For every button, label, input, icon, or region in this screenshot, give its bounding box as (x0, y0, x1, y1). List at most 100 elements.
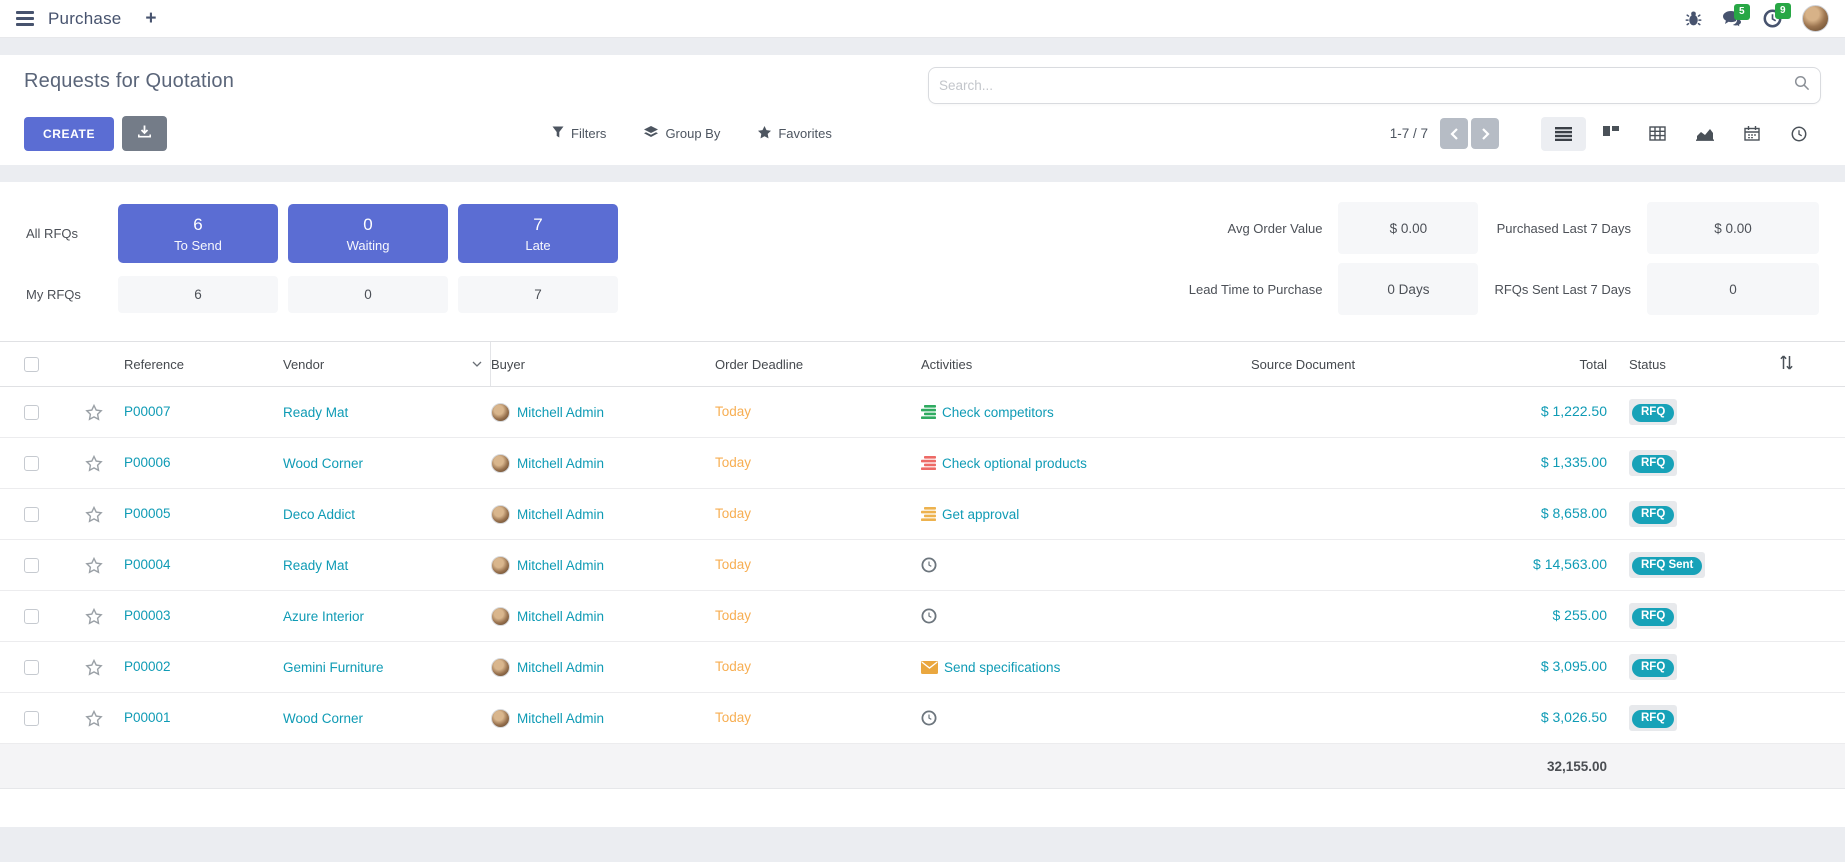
rfq-reference-link[interactable]: P00002 (124, 659, 171, 674)
table-row[interactable]: P00006 Wood Corner Mitchell Admin Today … (0, 438, 1845, 489)
rfq-reference-link[interactable]: P00001 (124, 710, 171, 725)
my-late-count[interactable]: 7 (458, 276, 618, 313)
app-title[interactable]: Purchase (48, 9, 121, 29)
header-activities[interactable]: Activities (921, 342, 1251, 386)
create-button[interactable]: CREATE (24, 117, 114, 151)
apps-menu-icon[interactable] (16, 11, 34, 26)
activity-list-yellow-icon[interactable] (921, 507, 936, 521)
group-by-button[interactable]: Group By (644, 126, 720, 142)
favorite-star-icon[interactable] (85, 710, 103, 727)
row-checkbox[interactable] (24, 507, 39, 522)
buyer-link[interactable]: Mitchell Admin (517, 711, 604, 726)
rfq-reference-link[interactable]: P00007 (124, 404, 171, 419)
view-kanban-button[interactable] (1588, 117, 1633, 151)
activities-clock-icon[interactable]: 9 (1763, 9, 1782, 28)
buyer-link[interactable]: Mitchell Admin (517, 558, 604, 573)
vendor-link[interactable]: Wood Corner (283, 711, 363, 726)
header-source-document[interactable]: Source Document (1251, 342, 1445, 386)
rfq-reference-link[interactable]: P00006 (124, 455, 171, 470)
kpi-waiting-button[interactable]: 0 Waiting (288, 204, 448, 263)
table-header-row: Reference Vendor Buyer Order Deadline Ac… (0, 341, 1845, 387)
messages-icon[interactable]: 5 (1722, 10, 1743, 28)
table-row[interactable]: P00005 Deco Addict Mitchell Admin Today … (0, 489, 1845, 540)
header-vendor[interactable]: Vendor (283, 342, 491, 386)
kpi-to-send-button[interactable]: 6 To Send (118, 204, 278, 263)
to-send-count: 6 (193, 215, 202, 235)
activity-envelope-icon[interactable] (921, 661, 938, 674)
select-all-checkbox[interactable] (24, 357, 39, 372)
activity-summary[interactable]: Get approval (942, 507, 1019, 522)
header-status[interactable]: Status (1629, 342, 1779, 386)
buyer-link[interactable]: Mitchell Admin (517, 456, 604, 471)
header-order-deadline[interactable]: Order Deadline (715, 342, 921, 386)
row-checkbox[interactable] (24, 711, 39, 726)
search-box[interactable] (928, 67, 1821, 104)
header-reference[interactable]: Reference (124, 342, 283, 386)
table-row[interactable]: P00002 Gemini Furniture Mitchell Admin T… (0, 642, 1845, 693)
activity-list-green-icon[interactable] (921, 405, 936, 419)
view-pivot-button[interactable] (1635, 117, 1680, 151)
order-deadline-value: Today (715, 659, 751, 674)
activity-summary[interactable]: Check optional products (942, 456, 1087, 471)
vendor-link[interactable]: Gemini Furniture (283, 660, 384, 675)
vendor-link[interactable]: Ready Mat (283, 558, 348, 573)
buyer-link[interactable]: Mitchell Admin (517, 405, 604, 420)
activity-summary[interactable]: Send specifications (944, 660, 1060, 675)
user-avatar[interactable] (1802, 5, 1829, 32)
buyer-link[interactable]: Mitchell Admin (517, 660, 604, 675)
view-graph-button[interactable] (1682, 117, 1727, 151)
table-row[interactable]: P00007 Ready Mat Mitchell Admin Today Ch… (0, 387, 1845, 438)
row-checkbox[interactable] (24, 660, 39, 675)
activity-list-red-icon[interactable] (921, 456, 936, 470)
search-icon[interactable] (1794, 75, 1810, 96)
header-buyer[interactable]: Buyer (491, 342, 715, 386)
rfq-reference-link[interactable]: P00005 (124, 506, 171, 521)
vendor-link[interactable]: Wood Corner (283, 456, 363, 471)
row-checkbox[interactable] (24, 609, 39, 624)
activity-clock-icon[interactable] (921, 608, 937, 624)
rfq-reference-link[interactable]: P00003 (124, 608, 171, 623)
all-rfqs-label: All RFQs (26, 226, 108, 241)
kpi-late-button[interactable]: 7 Late (458, 204, 618, 263)
status-badge: RFQ (1629, 450, 1677, 476)
export-button[interactable] (122, 116, 167, 151)
debug-bug-icon[interactable] (1685, 10, 1702, 27)
view-activity-button[interactable] (1776, 117, 1821, 151)
search-input[interactable] (939, 78, 1794, 93)
table-row[interactable]: P00004 Ready Mat Mitchell Admin Today $ … (0, 540, 1845, 591)
my-waiting-count[interactable]: 0 (288, 276, 448, 313)
pager-previous-button[interactable] (1440, 118, 1468, 149)
favorite-star-icon[interactable] (85, 608, 103, 625)
favorite-star-icon[interactable] (85, 404, 103, 421)
row-checkbox[interactable] (24, 405, 39, 420)
favorite-star-icon[interactable] (85, 557, 103, 574)
view-list-button[interactable] (1541, 117, 1586, 151)
row-checkbox[interactable] (24, 558, 39, 573)
my-to-send-count[interactable]: 6 (118, 276, 278, 313)
table-row[interactable]: P00001 Wood Corner Mitchell Admin Today … (0, 693, 1845, 744)
vendor-link[interactable]: Ready Mat (283, 405, 348, 420)
view-calendar-button[interactable] (1729, 117, 1774, 151)
optional-columns-icon[interactable] (1779, 355, 1794, 373)
favorite-star-icon[interactable] (85, 455, 103, 472)
favorite-star-icon[interactable] (85, 506, 103, 523)
favorites-button[interactable]: Favorites (758, 126, 831, 142)
activity-clock-icon[interactable] (921, 557, 937, 573)
activity-clock-icon[interactable] (921, 710, 937, 726)
favorite-star-icon[interactable] (85, 659, 103, 676)
waiting-count: 0 (363, 215, 372, 235)
header-total[interactable]: Total (1445, 342, 1607, 386)
activity-summary[interactable]: Check competitors (942, 405, 1054, 420)
pager-next-button[interactable] (1471, 118, 1499, 149)
filters-button[interactable]: Filters (552, 126, 606, 141)
new-tab-button[interactable]: + (145, 8, 156, 30)
buyer-link[interactable]: Mitchell Admin (517, 507, 604, 522)
avg-order-value-label: Avg Order Value (1189, 221, 1323, 236)
table-row[interactable]: P00003 Azure Interior Mitchell Admin Tod… (0, 591, 1845, 642)
row-checkbox[interactable] (24, 456, 39, 471)
buyer-link[interactable]: Mitchell Admin (517, 609, 604, 624)
vendor-link[interactable]: Azure Interior (283, 609, 364, 624)
rfq-reference-link[interactable]: P00004 (124, 557, 171, 572)
vendor-link[interactable]: Deco Addict (283, 507, 355, 522)
control-panel: Requests for Quotation CREATE Filters (0, 55, 1845, 165)
